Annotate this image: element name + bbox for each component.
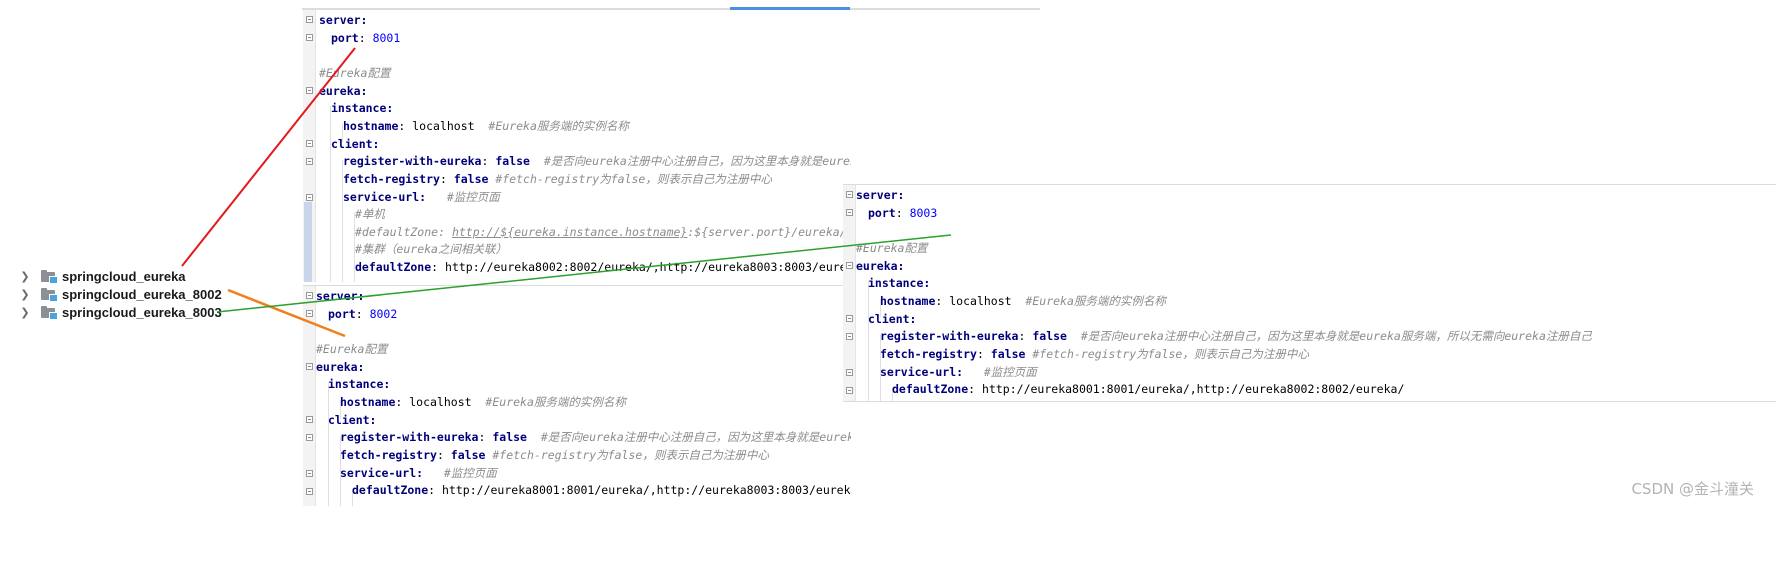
fold-icon[interactable] bbox=[306, 194, 313, 201]
chevron-right-icon[interactable]: ❯ bbox=[18, 287, 32, 301]
fold-icon[interactable] bbox=[306, 140, 313, 147]
fold-icon[interactable] bbox=[306, 87, 313, 94]
chevron-right-icon[interactable]: ❯ bbox=[18, 269, 32, 283]
yaml-line: register-with-eureka: false #是否向eureka注册… bbox=[343, 154, 851, 168]
yaml-comment: #Eureka配置 bbox=[316, 342, 388, 356]
tree-item-springcloud-eureka-8002[interactable]: ❯ springcloud_eureka_8002 bbox=[18, 284, 222, 304]
fold-icon[interactable] bbox=[306, 363, 313, 370]
editor-8002[interactable]: server: port: 8002 #Eureka配置 eureka: ins… bbox=[303, 285, 851, 506]
fold-icon[interactable] bbox=[306, 470, 313, 477]
tree-item-springcloud-eureka-8003[interactable]: ❯ springcloud_eureka_8003 bbox=[18, 302, 222, 322]
fold-icon[interactable] bbox=[846, 209, 853, 216]
tree-item-label: springcloud_eureka_8003 bbox=[62, 304, 222, 320]
fold-icon[interactable] bbox=[306, 416, 313, 423]
yaml-line: defaultZone: http://eureka8001:8001/eure… bbox=[892, 382, 1405, 396]
yaml-line: hostname: localhost #Eureka服务端的实例名称 bbox=[340, 395, 626, 409]
watermark: CSDN @金斗潼关 bbox=[1631, 480, 1754, 498]
fold-icon[interactable] bbox=[306, 310, 313, 317]
fold-icon[interactable] bbox=[846, 387, 853, 394]
yaml-line: server: bbox=[856, 188, 905, 202]
yaml-line: port: 8001 bbox=[331, 31, 401, 45]
module-folder-icon bbox=[41, 288, 58, 302]
fold-icon[interactable] bbox=[846, 333, 853, 340]
yaml-line: fetch-registry: false #fetch-registry为fa… bbox=[340, 448, 769, 462]
fold-icon[interactable] bbox=[306, 34, 313, 41]
yaml-line: hostname: localhost #Eureka服务端的实例名称 bbox=[343, 119, 629, 133]
yaml-line: port: 8003 bbox=[868, 206, 938, 220]
yaml-comment: #单机 bbox=[355, 207, 385, 221]
yaml-line: hostname: localhost #Eureka服务端的实例名称 bbox=[880, 294, 1166, 308]
fold-icon[interactable] bbox=[306, 158, 313, 165]
fold-icon[interactable] bbox=[846, 191, 853, 198]
yaml-line: instance: bbox=[868, 276, 931, 290]
fold-icon[interactable] bbox=[846, 315, 853, 322]
yaml-line: server: bbox=[319, 13, 368, 27]
fold-icon[interactable] bbox=[846, 262, 853, 269]
yaml-line: register-with-eureka: false #是否向eureka注册… bbox=[340, 430, 851, 444]
editor-8001[interactable]: server: port: 8001 #Eureka配置 eureka: ins… bbox=[303, 10, 851, 282]
yaml-comment: #Eureka配置 bbox=[856, 241, 928, 255]
yaml-line: fetch-registry: false #fetch-registry为fa… bbox=[343, 172, 772, 186]
fold-icon[interactable] bbox=[306, 16, 313, 23]
fold-icon[interactable] bbox=[846, 369, 853, 376]
yaml-line: register-with-eureka: false #是否向eureka注册… bbox=[880, 329, 1592, 343]
yaml-comment: #Eureka配置 bbox=[319, 66, 391, 80]
yaml-line: defaultZone: http://eureka8001:8001/eure… bbox=[352, 483, 851, 497]
tree-item-label: springcloud_eureka bbox=[62, 268, 186, 284]
yaml-line: port: 8002 bbox=[328, 307, 398, 321]
yaml-line: server: bbox=[316, 289, 365, 303]
yaml-line: instance: bbox=[328, 377, 391, 391]
editor-8003[interactable]: server: port: 8003 #Eureka配置 eureka: ins… bbox=[843, 184, 1776, 402]
yaml-line: fetch-registry: false #fetch-registry为fa… bbox=[880, 347, 1309, 361]
yaml-comment: #集群（eureka之间相关联） bbox=[355, 242, 507, 256]
yaml-line: defaultZone: http://eureka8002:8002/eure… bbox=[355, 260, 851, 274]
chevron-right-icon[interactable]: ❯ bbox=[18, 305, 32, 319]
fold-icon[interactable] bbox=[306, 434, 313, 441]
fold-icon[interactable] bbox=[306, 488, 313, 495]
tree-item-label: springcloud_eureka_8002 bbox=[62, 286, 222, 302]
yaml-line: instance: bbox=[331, 101, 394, 115]
module-folder-icon bbox=[41, 306, 58, 320]
module-folder-icon bbox=[41, 270, 58, 284]
fold-icon[interactable] bbox=[306, 292, 313, 299]
tree-item-springcloud-eureka[interactable]: ❯ springcloud_eureka bbox=[18, 266, 186, 286]
